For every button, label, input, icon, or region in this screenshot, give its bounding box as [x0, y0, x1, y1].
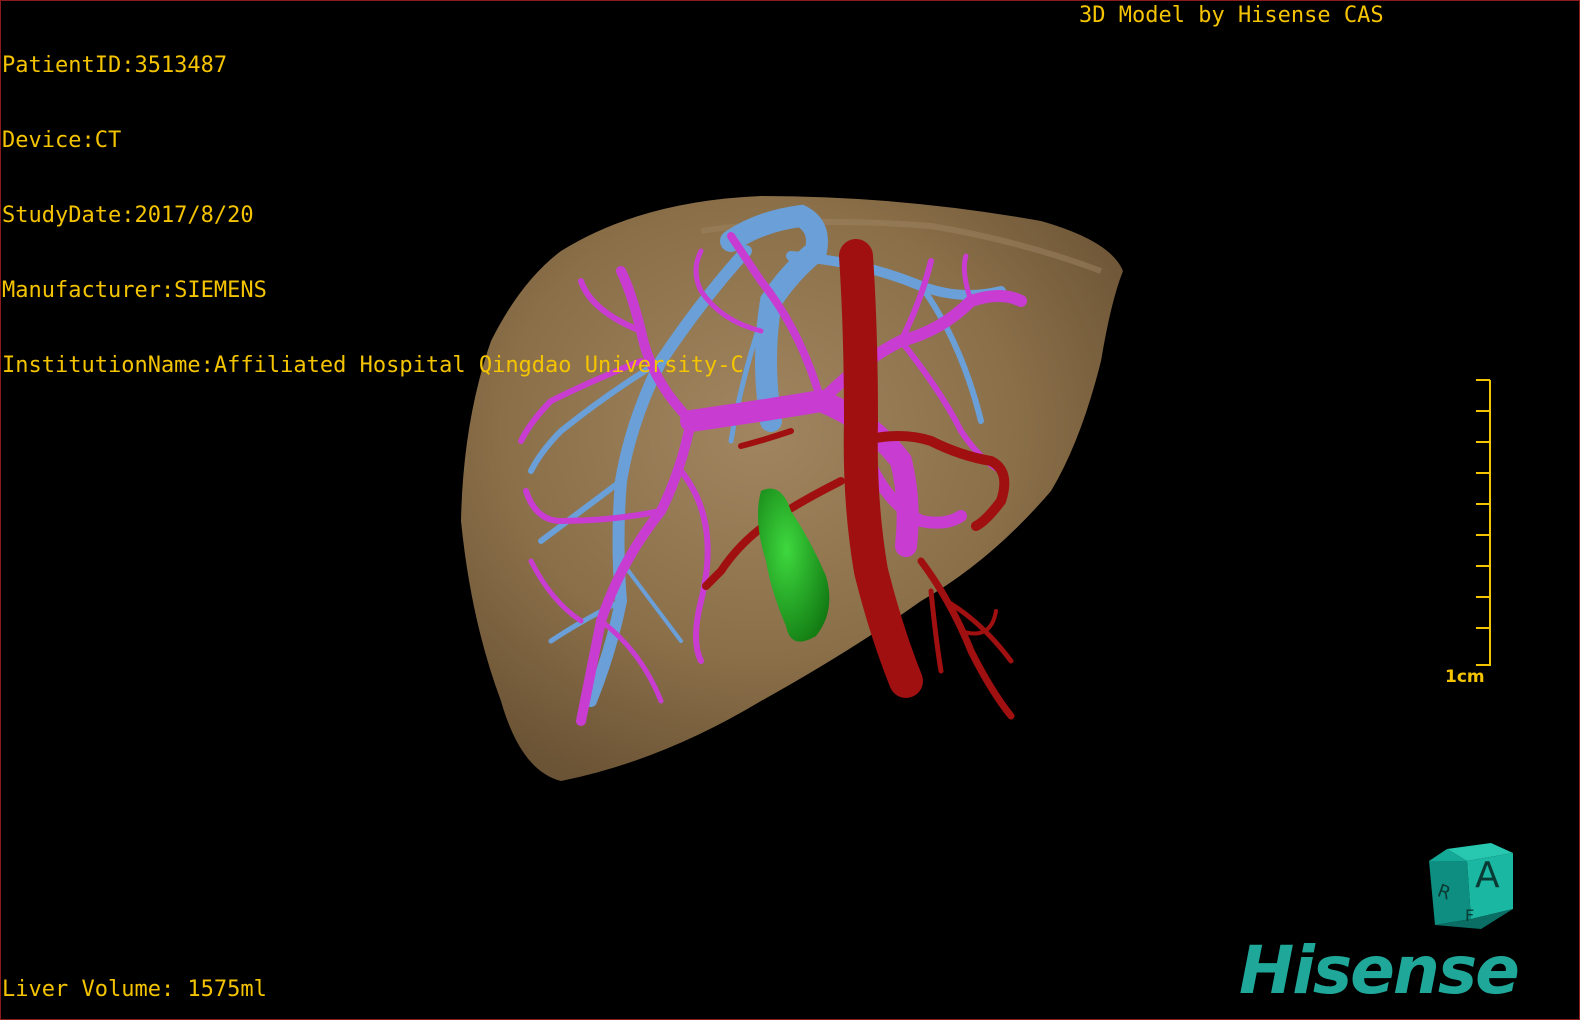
- study-date-text: StudyDate:2017/8/20: [2, 203, 254, 228]
- patient-id-text: PatientID:3513487: [2, 53, 228, 78]
- cube-front-letter: A: [1475, 855, 1500, 896]
- liver-volume-text: Liver Volume: 1575ml: [2, 977, 267, 1002]
- hisense-logo: Hisense: [1239, 932, 1520, 1009]
- dicom-info-overlay: PatientID:3513487 Device:CT StudyDate:20…: [2, 3, 744, 428]
- 3d-viewport[interactable]: PatientID:3513487 Device:CT StudyDate:20…: [0, 0, 1580, 1020]
- device-text: Device:CT: [2, 128, 122, 153]
- model-title: 3D Model by Hisense CAS: [1079, 3, 1384, 28]
- cube-bottom-letter: F: [1465, 906, 1474, 925]
- scale-label: 1cm: [1445, 667, 1485, 687]
- manufacturer-text: Manufacturer:SIEMENS: [2, 278, 267, 303]
- institution-text: InstitutionName:Affiliated Hospital Qing…: [2, 353, 744, 378]
- scale-bar: [1476, 379, 1491, 666]
- orientation-cube[interactable]: A R F: [1421, 839, 1521, 934]
